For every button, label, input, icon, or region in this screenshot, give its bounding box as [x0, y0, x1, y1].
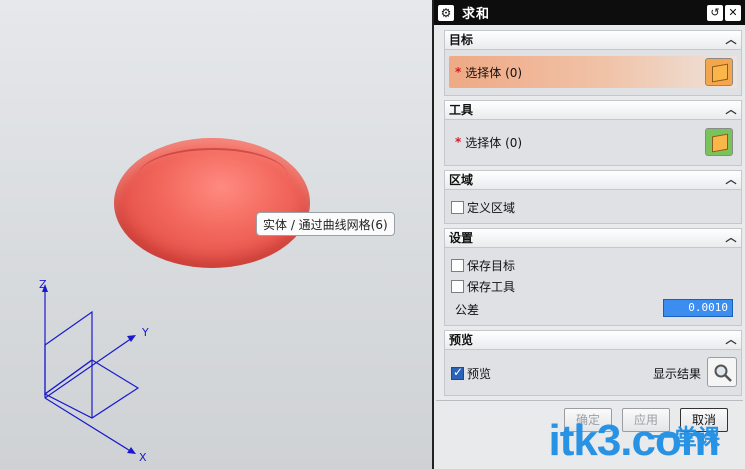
collapse-up-icon[interactable]: ︿: [724, 230, 738, 246]
keep-tool-checkbox[interactable]: 保存工具: [451, 276, 515, 296]
footer-divider: [436, 400, 743, 401]
preview-checkbox[interactable]: 预览: [451, 363, 491, 383]
watermark-logo: itk3.com 一堂课: [548, 416, 721, 466]
target-select-row[interactable]: * 选择体 (0): [449, 56, 737, 88]
reset-icon[interactable]: ↺: [707, 4, 723, 21]
checkbox-icon[interactable]: [451, 200, 464, 214]
section-tool-header[interactable]: 工具 ︿: [444, 100, 742, 120]
collapse-up-icon[interactable]: ︿: [724, 332, 738, 348]
tool-select-label: 选择体 (0): [465, 135, 523, 150]
section-settings-header[interactable]: 设置 ︿: [444, 228, 742, 248]
z-axis-label: Z: [39, 278, 47, 291]
section-preview-header[interactable]: 预览 ︿: [444, 330, 742, 350]
section-target-header[interactable]: 目标 ︿: [444, 30, 742, 50]
tolerance-label: 公差: [455, 303, 480, 317]
define-region-label: 定义区域: [467, 200, 516, 215]
section-settings-body: 保存目标 保存工具 公差 0.0010: [444, 248, 742, 326]
target-select-label: 选择体 (0): [465, 65, 523, 80]
section-region-body: 定义区域: [444, 190, 742, 224]
dialog-titlebar: ⚙ 求和 ↺ ✕: [434, 0, 745, 25]
keep-tool-label: 保存工具: [467, 279, 516, 294]
checkbox-checked-icon[interactable]: [451, 365, 464, 380]
keep-target-checkbox[interactable]: 保存目标: [451, 255, 515, 275]
collapse-up-icon[interactable]: ︿: [724, 172, 738, 188]
keep-target-label: 保存目标: [467, 258, 516, 273]
section-tool-label: 工具: [449, 103, 474, 117]
show-result-label: 显示结果: [652, 367, 701, 381]
dialog-title: 求和: [462, 7, 491, 22]
select-body-cube-icon[interactable]: [705, 58, 733, 86]
watermark-latin: itk3: [548, 416, 621, 465]
checkbox-icon[interactable]: [451, 258, 464, 272]
define-region-checkbox[interactable]: 定义区域: [451, 197, 515, 217]
section-tool-body: * 选择体 (0): [444, 120, 742, 166]
preview-label: 预览: [467, 366, 492, 381]
section-settings-label: 设置: [449, 231, 474, 245]
tolerance-input[interactable]: 0.0010: [663, 299, 733, 317]
show-result-magnifier-icon[interactable]: [707, 357, 737, 387]
collapse-up-icon[interactable]: ︿: [724, 102, 738, 118]
coordinate-triad: Z Y X: [39, 278, 149, 464]
x-axis-label: X: [139, 451, 147, 464]
close-icon[interactable]: ✕: [725, 4, 741, 21]
checkbox-icon[interactable]: [451, 279, 464, 293]
required-star-icon: *: [455, 65, 462, 79]
section-preview-body: 预览 显示结果: [444, 350, 742, 396]
selection-tooltip: 实体 / 通过曲线网格(6): [256, 212, 395, 236]
required-star-icon: *: [455, 135, 462, 149]
watermark-cn: 一堂课: [651, 425, 721, 450]
section-target-label: 目标: [449, 33, 474, 47]
y-axis-label: Y: [141, 326, 149, 339]
tool-select-row[interactable]: * 选择体 (0): [449, 126, 737, 158]
section-target-body: * 选择体 (0): [444, 50, 742, 96]
section-region-header[interactable]: 区域 ︿: [444, 170, 742, 190]
section-preview-label: 预览: [449, 333, 474, 347]
gear-icon[interactable]: ⚙: [438, 4, 454, 21]
section-region-label: 区域: [449, 173, 474, 187]
solid-body[interactable]: [114, 138, 310, 268]
select-body-cube-icon[interactable]: [705, 128, 733, 156]
collapse-up-icon[interactable]: ︿: [724, 32, 738, 48]
unite-dialog: ⚙ 求和 ↺ ✕ 目标 ︿ * 选择体 (0) 工具 ︿ * 选择体 (0) 区…: [432, 0, 745, 469]
graphics-viewport[interactable]: 实体 / 通过曲线网格(6) Z Y X: [0, 0, 432, 469]
